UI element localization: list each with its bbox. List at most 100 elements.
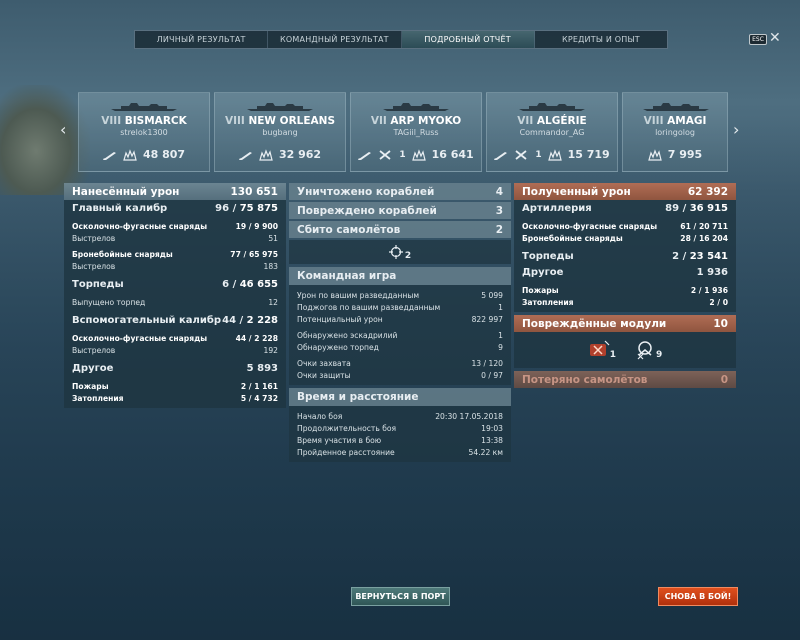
other-dealt-label: Другое	[72, 362, 114, 374]
modules-icons-row: 1 9	[514, 332, 736, 368]
next-arrow-icon[interactable]: ›	[733, 120, 739, 139]
return-to-port-button[interactable]: ВЕРНУТЬСЯ В ПОРТ	[351, 587, 450, 606]
planes-lost-header: Потеряно самолётов 0	[514, 371, 736, 388]
flooding-dealt-damage: 4 732	[254, 393, 278, 403]
damage-received-total: 62 392	[687, 185, 728, 198]
kill-icon	[514, 149, 528, 161]
received-he-label: Осколочно-фугасные снаряды	[522, 221, 658, 231]
artillery-row: Артиллерия 89 / 36 915	[514, 200, 736, 216]
damaged-modules-title: Повреждённые модули	[522, 317, 667, 330]
ships-damaged-value: 3	[495, 204, 503, 217]
main-ap-shots-row: Выстрелов 183	[64, 260, 286, 272]
time-row: Продолжительность боя 19:03	[289, 422, 511, 434]
ship-silhouette-icon	[641, 101, 711, 111]
ship-card[interactable]: VIII NEW ORLEANS bugbang 32 962	[214, 92, 346, 172]
time-row-label: Продолжительность боя	[297, 423, 397, 433]
other-dealt-damage: 5 893	[246, 362, 278, 374]
received-ap-hits: 28	[680, 233, 691, 243]
ships-damaged-label: Повреждено кораблей	[297, 204, 437, 217]
torpedo-icon	[358, 149, 372, 161]
team-row: Обнаружено торпед 9	[289, 341, 511, 353]
damage-received-panel: Полученный урон 62 392 Артиллерия 89 / 3…	[514, 183, 736, 388]
team-row-value: 5 099	[481, 290, 503, 300]
kill-count: 1	[399, 149, 406, 160]
time-distance-header: Время и расстояние	[289, 388, 511, 406]
time-row: Пройденное расстояние 54.22 км	[289, 446, 511, 458]
background-rock	[0, 85, 90, 195]
team-row: Урон по вашим разведданным 5 099	[289, 289, 511, 301]
tab-personal[interactable]: ЛИЧНЫЙ РЕЗУЛЬТАТ	[135, 31, 269, 48]
tab-team[interactable]: КОМАНДНЫЙ РЕЗУЛЬТАТ	[268, 31, 402, 48]
secondary-he-damage: 2 228	[254, 333, 278, 343]
ship-card[interactable]: VIII AMAGI loringolog 7 995	[622, 92, 728, 172]
player-name: TAGiil_Russ	[393, 128, 439, 137]
received-he-hits: 61	[680, 221, 691, 231]
player-name: bugbang	[262, 128, 298, 137]
planes-lost-value: 0	[720, 373, 728, 386]
main-ap-shots-label: Выстрелов	[72, 261, 116, 271]
result-tabs: ЛИЧНЫЙ РЕЗУЛЬТАТ КОМАНДНЫЙ РЕЗУЛЬТАТ ПОД…	[134, 30, 668, 49]
received-he-row: Осколочно-фугасные снаряды 61 / 20 711	[514, 220, 736, 232]
kill-count: 1	[535, 149, 542, 160]
ship-card[interactable]: VII ALGÉRIE Commandor_AG 1 15 719	[486, 92, 618, 172]
damage-received-title: Полученный урон	[522, 185, 631, 198]
ship-name: ALGÉRIE	[536, 115, 587, 127]
engine-damage-icon	[589, 340, 610, 356]
planes-shot-value: 2	[495, 223, 503, 236]
main-battery-damage: 75 875	[239, 202, 278, 214]
team-row-label: Очки захвата	[297, 358, 351, 368]
team-row: Очки защиты 0 / 97	[289, 369, 511, 381]
damage-icon	[648, 149, 662, 161]
torpedoes-label: Торпеды	[72, 278, 124, 290]
main-he-shots-label: Выстрелов	[72, 233, 116, 243]
team-row: Потенциальный урон 822 997	[289, 313, 511, 325]
received-fires-row: Пожары 2 / 1 936	[514, 284, 736, 296]
secondary-hits: 44	[222, 314, 237, 326]
ships-damaged-row: Повреждено кораблей 3	[289, 202, 511, 219]
ship-card[interactable]: VII ARP MYOKO TAGiil_Russ 1 16 641	[350, 92, 482, 172]
team-row-value: 1	[498, 302, 503, 312]
close-icon[interactable]: ✕	[769, 30, 781, 46]
artillery-hits: 89	[665, 202, 680, 214]
team-row-label: Урон по вашим разведданным	[297, 290, 420, 300]
battle-stats-panel: Уничтожено кораблей 4 Повреждено корабле…	[289, 183, 511, 462]
player-name: Commandor_AG	[519, 128, 585, 137]
time-row-value: 20:30 17.05.2018	[435, 411, 503, 421]
received-flooding-count: 2	[709, 297, 715, 307]
player-name: loringolog	[655, 128, 695, 137]
damage-dealt-title: Нанесённый урон	[72, 185, 180, 198]
torpedoes-row: Торпеды 6 / 46 655	[64, 276, 286, 292]
planes-lost-label: Потеряно самолётов	[522, 373, 648, 386]
secondary-battery-row: Вспомогательный калибр 44 / 2 228	[64, 312, 286, 328]
ship-card[interactable]: VIII BISMARCK strelok1300 48 807	[78, 92, 210, 172]
torpedoes-launched-row: Выпущено торпед 12	[64, 296, 286, 308]
ship-damage: 32 962	[278, 148, 322, 161]
damage-icon	[259, 149, 273, 161]
secondary-shots-label: Выстрелов	[72, 345, 116, 355]
tab-credits-xp[interactable]: КРЕДИТЫ И ОПЫТ	[535, 31, 667, 48]
ship-damage: 7 995	[667, 148, 703, 161]
main-ap-shots-value: 183	[263, 261, 279, 271]
battle-again-button[interactable]: СНОВА В БОЙ!	[658, 587, 738, 606]
flooding-dealt-row: Затопления 5 / 4 732	[64, 392, 286, 404]
secondary-he-label: Осколочно-фугасные снаряды	[72, 333, 208, 343]
tab-detailed[interactable]: ПОДРОБНЫЙ ОТЧЁТ	[401, 31, 535, 48]
prev-arrow-icon[interactable]: ‹	[60, 120, 66, 139]
flooding-dealt-label: Затопления	[72, 393, 124, 403]
torpedoes-hits: 6	[222, 278, 230, 290]
time-row-label: Начало боя	[297, 411, 343, 421]
damaged-modules-header: Повреждённые модули 10	[514, 315, 736, 332]
torpedo-icon	[239, 149, 253, 161]
received-torpedoes-hits: 2	[672, 250, 680, 262]
damage-dealt-header: Нанесённый урон 130 651	[64, 183, 286, 200]
team-row-label: Обнаружено эскадрилий	[297, 330, 398, 340]
main-he-shots-row: Выстрелов 51	[64, 232, 286, 244]
torpedoes-launched-value: 12	[268, 297, 278, 307]
ship-name: AMAGI	[667, 115, 707, 127]
received-ap-damage: 16 204	[698, 233, 728, 243]
ship-damage: 15 719	[567, 148, 610, 161]
damage-dealt-total: 130 651	[230, 185, 279, 198]
spotted-row: 2	[289, 240, 511, 264]
secondary-shots-value: 192	[263, 345, 279, 355]
main-battery-hits: 96	[215, 202, 230, 214]
